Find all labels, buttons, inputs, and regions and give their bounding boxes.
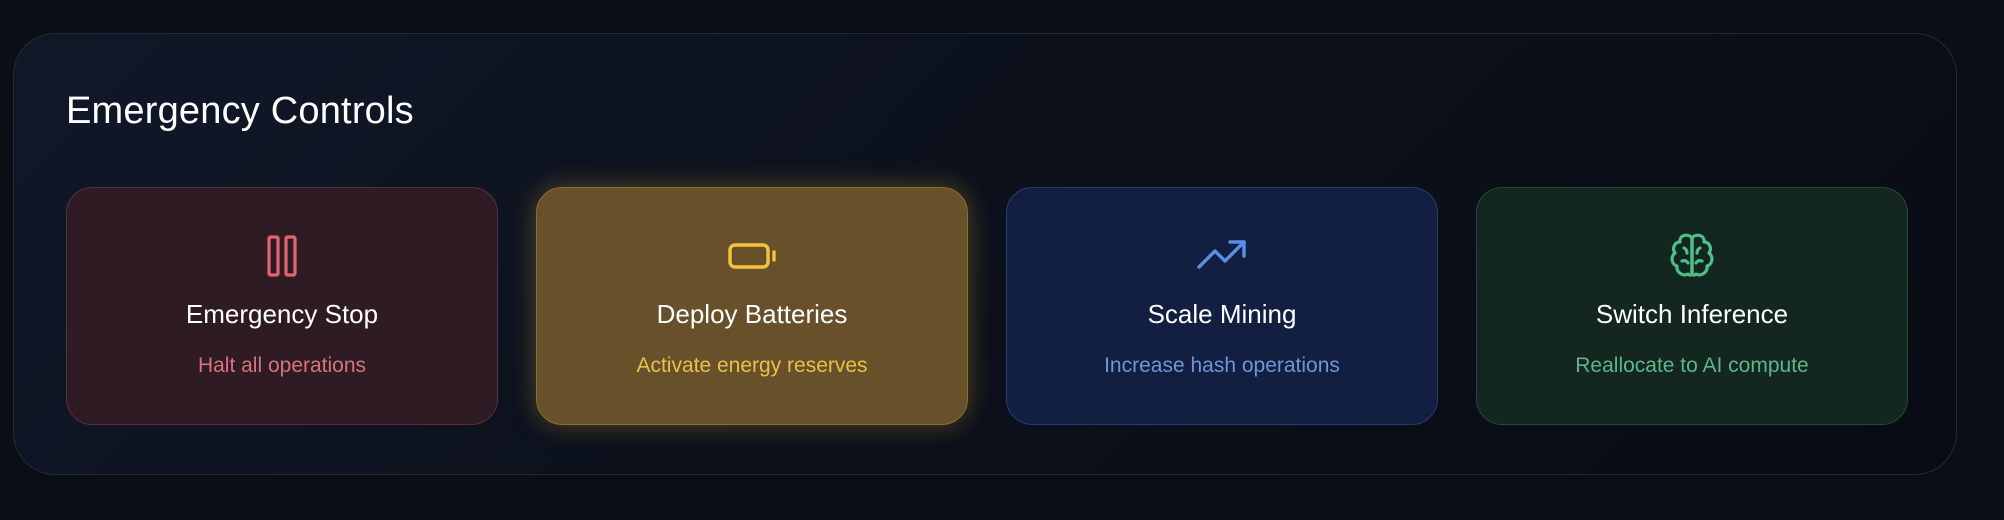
scale-mining-button[interactable]: Scale Mining Increase hash operations [1006,187,1438,425]
emergency-stop-label: Emergency Stop [185,299,379,329]
emergency-controls-panel: Emergency Controls Emergency Stop Halt a… [13,33,1957,475]
trending-up-icon [1196,230,1248,282]
brain-icon [1666,230,1718,282]
emergency-stop-button[interactable]: Emergency Stop Halt all operations [66,187,498,425]
deploy-batteries-button[interactable]: Deploy Batteries Activate energy reserve… [536,187,968,425]
switch-inference-label: Switch Inference [1595,299,1789,329]
battery-icon [726,230,778,282]
switch-inference-button[interactable]: Switch Inference Reallocate to AI comput… [1476,187,1908,425]
scale-mining-description: Increase hash operations [1104,354,1340,377]
emergency-stop-description: Halt all operations [197,354,367,377]
panel-title: Emergency Controls [66,90,414,132]
pause-icon [256,230,308,282]
scale-mining-label: Scale Mining [1147,299,1297,329]
deploy-batteries-label: Deploy Batteries [656,299,848,329]
switch-inference-description: Reallocate to AI compute [1575,354,1809,377]
deploy-batteries-description: Activate energy reserves [636,354,868,377]
